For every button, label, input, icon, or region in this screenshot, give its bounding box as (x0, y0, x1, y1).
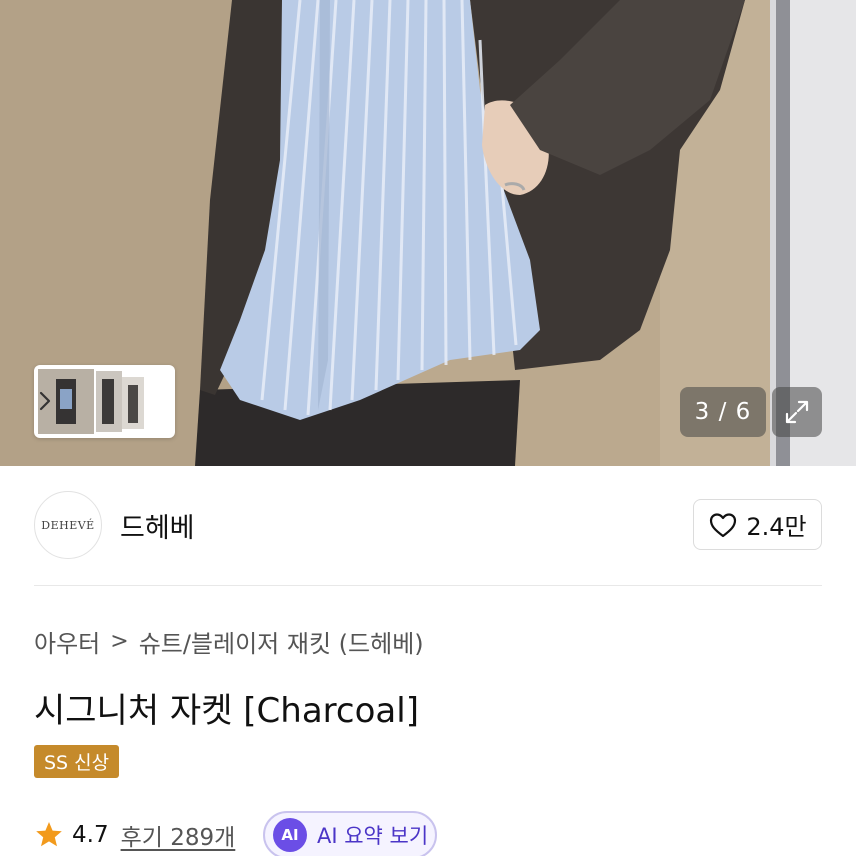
image-counter: 3 / 6 (680, 387, 766, 437)
new-arrival-badge: SS 신상 (34, 745, 120, 778)
product-title: 시그니처 자켓 [Charcoal] (34, 691, 419, 731)
star-icon (36, 822, 62, 847)
thumbnail-images[interactable] (38, 369, 148, 434)
ai-summary-button[interactable]: AI AI 요약 보기 (263, 811, 437, 856)
breadcrumb: 아우터 > 슈트/블레이저 재킷 (드헤베) (34, 624, 424, 659)
breadcrumb-child[interactable]: 슈트/블레이저 재킷 (드헤베) (139, 624, 424, 659)
breadcrumb-parent[interactable]: 아우터 (34, 624, 100, 659)
expand-icon (785, 400, 809, 424)
rating-score: 4.7 (72, 822, 109, 848)
divider (34, 585, 822, 586)
thumbnail-strip[interactable] (34, 365, 175, 438)
ai-summary-label: AI 요약 보기 (317, 824, 429, 848)
brand-logo[interactable]: DEHEVÉ (34, 491, 102, 559)
heart-outline-icon (710, 512, 737, 537)
chevron-right-icon[interactable] (38, 389, 52, 413)
product-image-gallery[interactable]: 3 / 6 (0, 0, 856, 466)
breadcrumb-separator: > (110, 629, 129, 654)
reviews-link[interactable]: 후기 289개 (121, 818, 236, 852)
brand-name[interactable]: 드헤베 (120, 506, 195, 545)
rating-row: 4.7 후기 289개 (34, 815, 235, 855)
ai-icon: AI (273, 818, 307, 852)
like-count: 2.4만 (746, 513, 807, 541)
expand-button[interactable] (772, 387, 822, 437)
brand-like-button[interactable]: 2.4만 (693, 499, 822, 550)
